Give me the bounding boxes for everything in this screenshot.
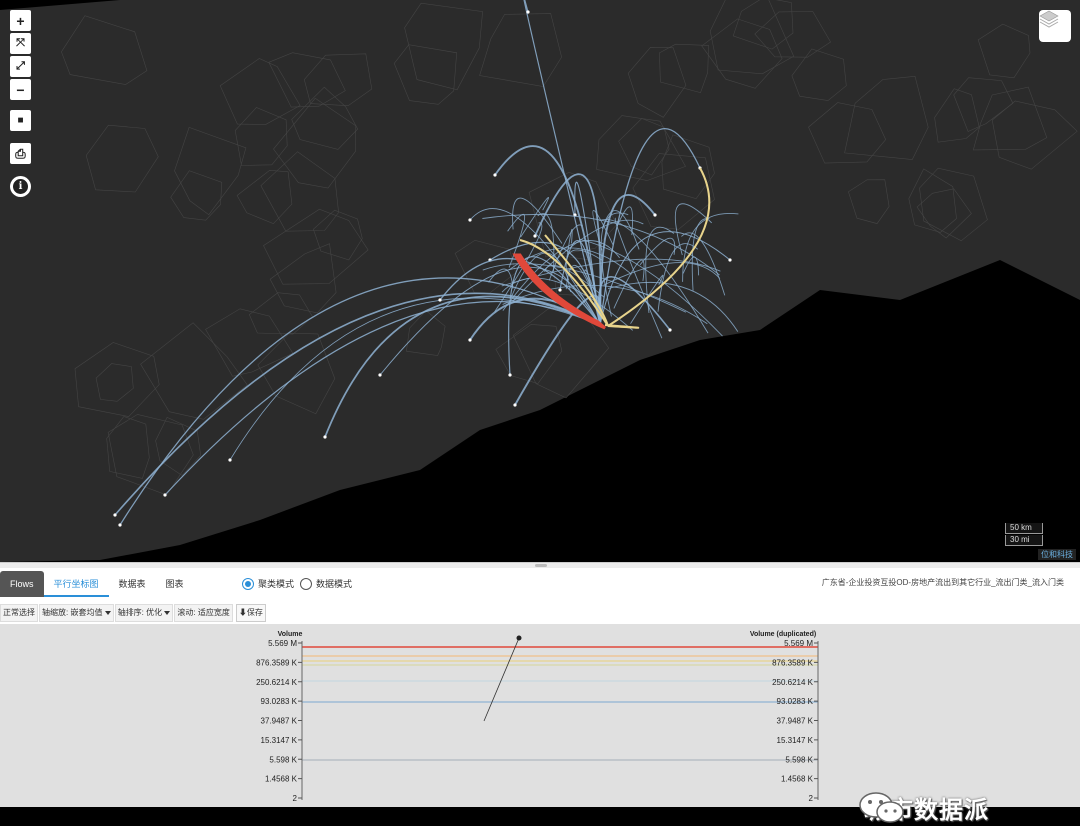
axis-scale-dropdown[interactable]: 轴缩放: 嵌套均值 [39,604,114,622]
right-tick-label: 876.3589 K [772,658,814,667]
right-axis-title: Volume (duplicated) [750,631,816,638]
flow-origin-point [438,298,442,302]
info-button[interactable]: i [10,176,31,197]
right-tick-label: 37.9487 K [777,717,814,726]
scale-bar-mi: 30 mi [1005,535,1043,546]
normal-select-label: 正常选择 [3,608,35,617]
minus-icon: − [16,81,25,98]
mode-selector: 聚类模式 数据模式 [242,577,352,590]
flow-origin-point [526,10,530,14]
right-tick-label: 1.4568 K [781,775,814,784]
wechat-icon [859,792,904,823]
axis-scale-label: 轴缩放: 嵌套均值 [42,608,103,617]
pc-canvas[interactable]: Volume Volume (duplicated) 5.569 M 5.569 … [0,624,1080,807]
tab-data-table[interactable]: 数据表 [109,571,156,597]
tab-parallel-coordinates[interactable]: 平行坐标图 [43,571,109,597]
panel-tabs: Flows 平行坐标图 数据表 图表 [0,571,194,598]
flow-origin-point [323,435,327,439]
flow-origin-point [228,458,232,462]
watermark: 城市数据派 [858,790,989,825]
data-mode-label[interactable]: 数据模式 [316,577,352,590]
left-tick-label: 250.6214 K [256,678,298,687]
stop-icon: ■ [17,114,24,126]
flow-origin-point [468,338,472,342]
axis-sort-label: 轴排序: 优化 [117,608,163,617]
grip-icon [535,564,547,567]
fit-extent-icon: ⤧ [16,37,25,49]
left-tick-label: 2 [293,794,298,803]
left-tick-label: 15.3147 K [261,736,298,745]
left-tick-label: 5.598 K [269,755,297,764]
flow-origin-point [468,218,472,222]
cluster-mode-label[interactable]: 聚类模式 [258,577,294,590]
left-axis-title: Volume [278,631,303,638]
flow-origin-point [513,403,517,407]
flow-origin-point [508,373,512,377]
data-mode-radio[interactable] [300,577,313,590]
right-tick-label: 5.598 K [785,755,813,764]
drag-indicator-line [483,637,520,722]
right-tick-label: 5.569 M [784,639,813,648]
axis-ticks: 5.569 M 5.569 M 876.3589 K 876.3589 K 250.62… [256,639,818,803]
tab-charts[interactable]: 图表 [156,571,194,597]
flow-origin-point [558,288,562,292]
download-icon: ⬇ [238,608,247,617]
right-tick-label: 2 [809,794,814,803]
left-tick-label: 1.4568 K [265,775,298,784]
flow-origin-point [163,493,167,497]
pc-toolbar: 正常选择 轴缩放: 嵌套均值 轴排序: 优化 滚动: 适应宽度 ⬇保存 [0,604,267,622]
flow-origin-point [668,328,672,332]
scroll-fit-button[interactable]: 滚动: 适应宽度 [174,604,233,622]
map-attribution[interactable]: 位和科技 [1038,549,1076,560]
chevron-down-icon [104,610,111,615]
scale-bar-km: 50 km [1005,523,1043,534]
export-button[interactable]: ⎙ [10,143,31,164]
left-tick-label: 876.3589 K [256,658,298,667]
flow-origin-point [728,258,732,262]
flow-origin-point [653,213,657,217]
right-tick-label: 15.3147 K [777,736,814,745]
parallel-coordinates-plot[interactable]: Volume Volume (duplicated) 5.569 M 5.569 … [0,624,1080,824]
left-tick-label: 37.9487 K [261,717,298,726]
fit-extent-button[interactable]: ⤧ [10,33,31,54]
zoom-out-button[interactable]: − [10,79,31,100]
left-tick-label: 5.569 M [268,639,297,648]
plus-icon: + [16,12,25,29]
flow-origin-point [118,523,122,527]
save-button[interactable]: ⬇保存 [235,604,266,622]
flow-origin-point [533,234,537,238]
flow-origin-point [378,373,382,377]
flow-origin-point [493,173,497,177]
layers-button[interactable] [1039,10,1071,42]
zoom-in-button[interactable]: + [10,10,31,31]
right-tick-label: 93.0283 K [777,697,814,706]
axis-sort-dropdown[interactable]: 轴排序: 优化 [114,604,174,622]
pc-lines [302,646,818,761]
export-icon: ⎙ [15,146,26,161]
analysis-panel: Flows 平行坐标图 数据表 图表 聚类模式 数据模式 广东省-企业投资互投O… [0,568,1080,824]
dataset-title: 广东省-企业投资互投OD-房地产流出到其它行业_流出门类_流入门类 [821,578,1064,587]
scroll-fit-label: 滚动: 适应宽度 [177,608,230,617]
right-tick-label: 250.6214 K [772,678,814,687]
expand-icon: ⤢ [16,60,25,72]
left-tick-label: 93.0283 K [261,697,298,706]
chevron-down-icon [164,610,171,615]
save-label: 保存 [246,608,263,617]
drag-handle[interactable] [516,635,522,641]
cluster-mode-radio[interactable] [242,577,254,590]
flow-origin-point [113,513,117,517]
fullscreen-button[interactable]: ⤢ [10,56,31,77]
map-canvas[interactable] [0,0,1080,562]
normal-select-button[interactable]: 正常选择 [0,604,38,622]
flow-map[interactable]: + ⤧ ⤢ − ■ ⎙ i 50 km 30 mi 位和科技 [0,0,1080,562]
tab-flows[interactable]: Flows [0,571,44,597]
layers-icon [1039,10,1059,28]
stop-button[interactable]: ■ [10,110,31,131]
info-icon: i [13,179,28,194]
